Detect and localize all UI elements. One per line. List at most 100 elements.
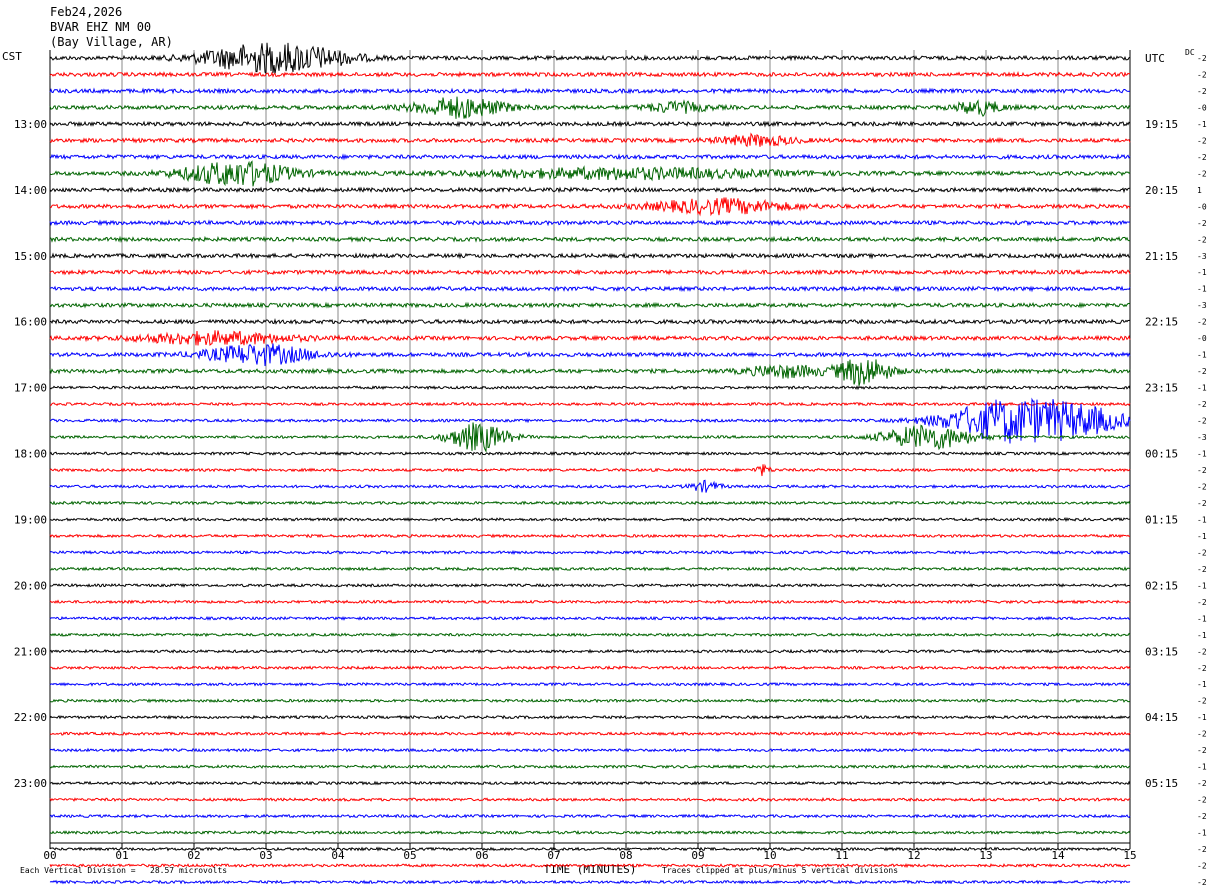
trace-row-17	[49, 330, 1131, 347]
x-tick-label-11: 11	[835, 849, 848, 862]
right-label-UTC: UTC	[1145, 52, 1165, 65]
right-label-02:15: 02:15	[1145, 579, 1178, 592]
dc-offset-row-46: -2	[1197, 812, 1207, 821]
dc-offset-row-28: -1	[1197, 515, 1207, 524]
x-tick-label-08: 08	[619, 849, 632, 862]
dc-offset-row-47: -1	[1197, 829, 1207, 838]
trace-row-42	[49, 747, 1131, 753]
trace-row-1	[49, 70, 1131, 79]
dc-offset-row-40: -1	[1197, 713, 1207, 722]
dc-offset-row-7: -2	[1197, 169, 1207, 178]
trace-row-33	[49, 599, 1131, 605]
trace-row-40	[49, 714, 1131, 720]
dc-offset-row-2: -2	[1197, 87, 1207, 96]
x-tick-label-10: 10	[763, 849, 776, 862]
trace-row-41	[49, 731, 1131, 737]
dc-offset-row-13: -1	[1197, 268, 1207, 277]
trace-row-8	[49, 186, 1130, 194]
x-tick-label-13: 13	[979, 849, 992, 862]
trace-row-35	[49, 632, 1131, 638]
dc-offset-row-24: -1	[1197, 450, 1207, 459]
dc-offset-row-8: 1	[1197, 186, 1202, 195]
trace-row-32	[49, 582, 1131, 589]
dc-offset-row-41: -2	[1197, 730, 1207, 739]
trace-row-24	[49, 451, 1131, 457]
trace-row-43	[49, 764, 1131, 770]
trace-row-20	[49, 385, 1131, 391]
trace-row-38	[49, 681, 1131, 687]
trace-row-45	[49, 797, 1131, 802]
trace-row-36	[49, 648, 1131, 654]
trace-row-37	[49, 665, 1131, 671]
trace-row-16	[49, 318, 1131, 326]
dc-offset-row-50: -2	[1197, 878, 1207, 886]
trace-row-14	[49, 285, 1131, 293]
right-label-04:15: 04:15	[1145, 711, 1178, 724]
trace-row-7	[49, 160, 1131, 187]
clip-note: Traces clipped at plus/minus 5 vertical …	[662, 866, 899, 875]
dc-offset-row-37: -2	[1197, 664, 1207, 673]
trace-row-26	[49, 479, 1131, 493]
dc-offset-row-9: -0	[1197, 202, 1207, 211]
right-label-00:15: 00:15	[1145, 448, 1178, 461]
left-hour-label-13:00: 13:00	[14, 118, 47, 131]
left-hour-label-19:00: 19:00	[14, 513, 47, 526]
trace-row-39	[49, 698, 1131, 704]
right-label-22:15: 22:15	[1145, 316, 1178, 329]
trace-row-3	[49, 96, 1131, 119]
right-label-20:15: 20:15	[1145, 184, 1178, 197]
left-hour-label-20:00: 20:00	[14, 579, 47, 592]
scale-note: Each Vertical Division = 28.57 microvolt…	[20, 866, 228, 875]
trace-row-0	[49, 42, 1131, 75]
trace-row-23	[49, 422, 1131, 453]
x-tick-label-04: 04	[331, 849, 345, 862]
dc-offset-row-30: -2	[1197, 548, 1207, 557]
dc-offset-row-12: -3	[1197, 252, 1207, 261]
trace-row-30	[49, 549, 1130, 555]
trace-row-4	[49, 120, 1131, 128]
trace-row-10	[49, 219, 1131, 227]
trace-row-50	[49, 879, 1131, 885]
dc-offset-row-36: -2	[1197, 647, 1207, 656]
dc-offset-row-10: -2	[1197, 219, 1207, 228]
dc-offset-row-25: -2	[1197, 466, 1207, 475]
left-hour-label-15:00: 15:00	[14, 250, 47, 263]
dc-offset-row-33: -2	[1197, 598, 1207, 607]
trace-row-29	[49, 533, 1131, 539]
dc-offset-row-39: -2	[1197, 697, 1207, 706]
dc-offset-row-42: -2	[1197, 746, 1207, 755]
dc-offset-row-27: -2	[1197, 499, 1207, 508]
x-tick-label-00: 00	[43, 849, 56, 862]
trace-row-48	[49, 846, 1131, 852]
trace-row-9	[49, 197, 1131, 217]
trace-row-19	[49, 359, 1131, 387]
trace-row-13	[49, 268, 1131, 276]
dc-offset-row-3: -0	[1197, 103, 1207, 112]
x-tick-label-06: 06	[475, 849, 488, 862]
x-tick-label-14: 14	[1051, 849, 1065, 862]
trace-row-21	[49, 401, 1131, 407]
trace-row-2	[49, 87, 1131, 95]
dc-offset-row-19: -2	[1197, 367, 1207, 376]
x-tick-label-01: 01	[115, 849, 128, 862]
dc-offset-row-6: -2	[1197, 153, 1207, 162]
right-label-05:15: 05:15	[1145, 777, 1178, 790]
left-hour-label-18:00: 18:00	[14, 448, 47, 461]
dc-offset-row-29: -1	[1197, 532, 1207, 541]
right-label-19:15: 19:15	[1145, 118, 1178, 131]
right-label-23:15: 23:15	[1145, 382, 1178, 395]
dc-offset-row-26: -2	[1197, 482, 1207, 491]
trace-row-11	[49, 235, 1131, 244]
trace-row-28	[49, 516, 1131, 523]
trace-row-47	[49, 829, 1131, 836]
dc-offset-row-49: -2	[1197, 862, 1207, 871]
trace-row-25	[49, 463, 1131, 477]
left-hour-label-16:00: 16:00	[14, 316, 47, 329]
left-hour-label-17:00: 17:00	[14, 382, 47, 395]
left-hour-label-14:00: 14:00	[14, 184, 47, 197]
dc-offset-row-1: -2	[1197, 70, 1207, 79]
dc-offset-row-34: -1	[1197, 614, 1207, 623]
trace-row-6	[49, 153, 1131, 161]
dc-offset-row-32: -1	[1197, 581, 1207, 590]
dc-offset-row-21: -2	[1197, 400, 1207, 409]
